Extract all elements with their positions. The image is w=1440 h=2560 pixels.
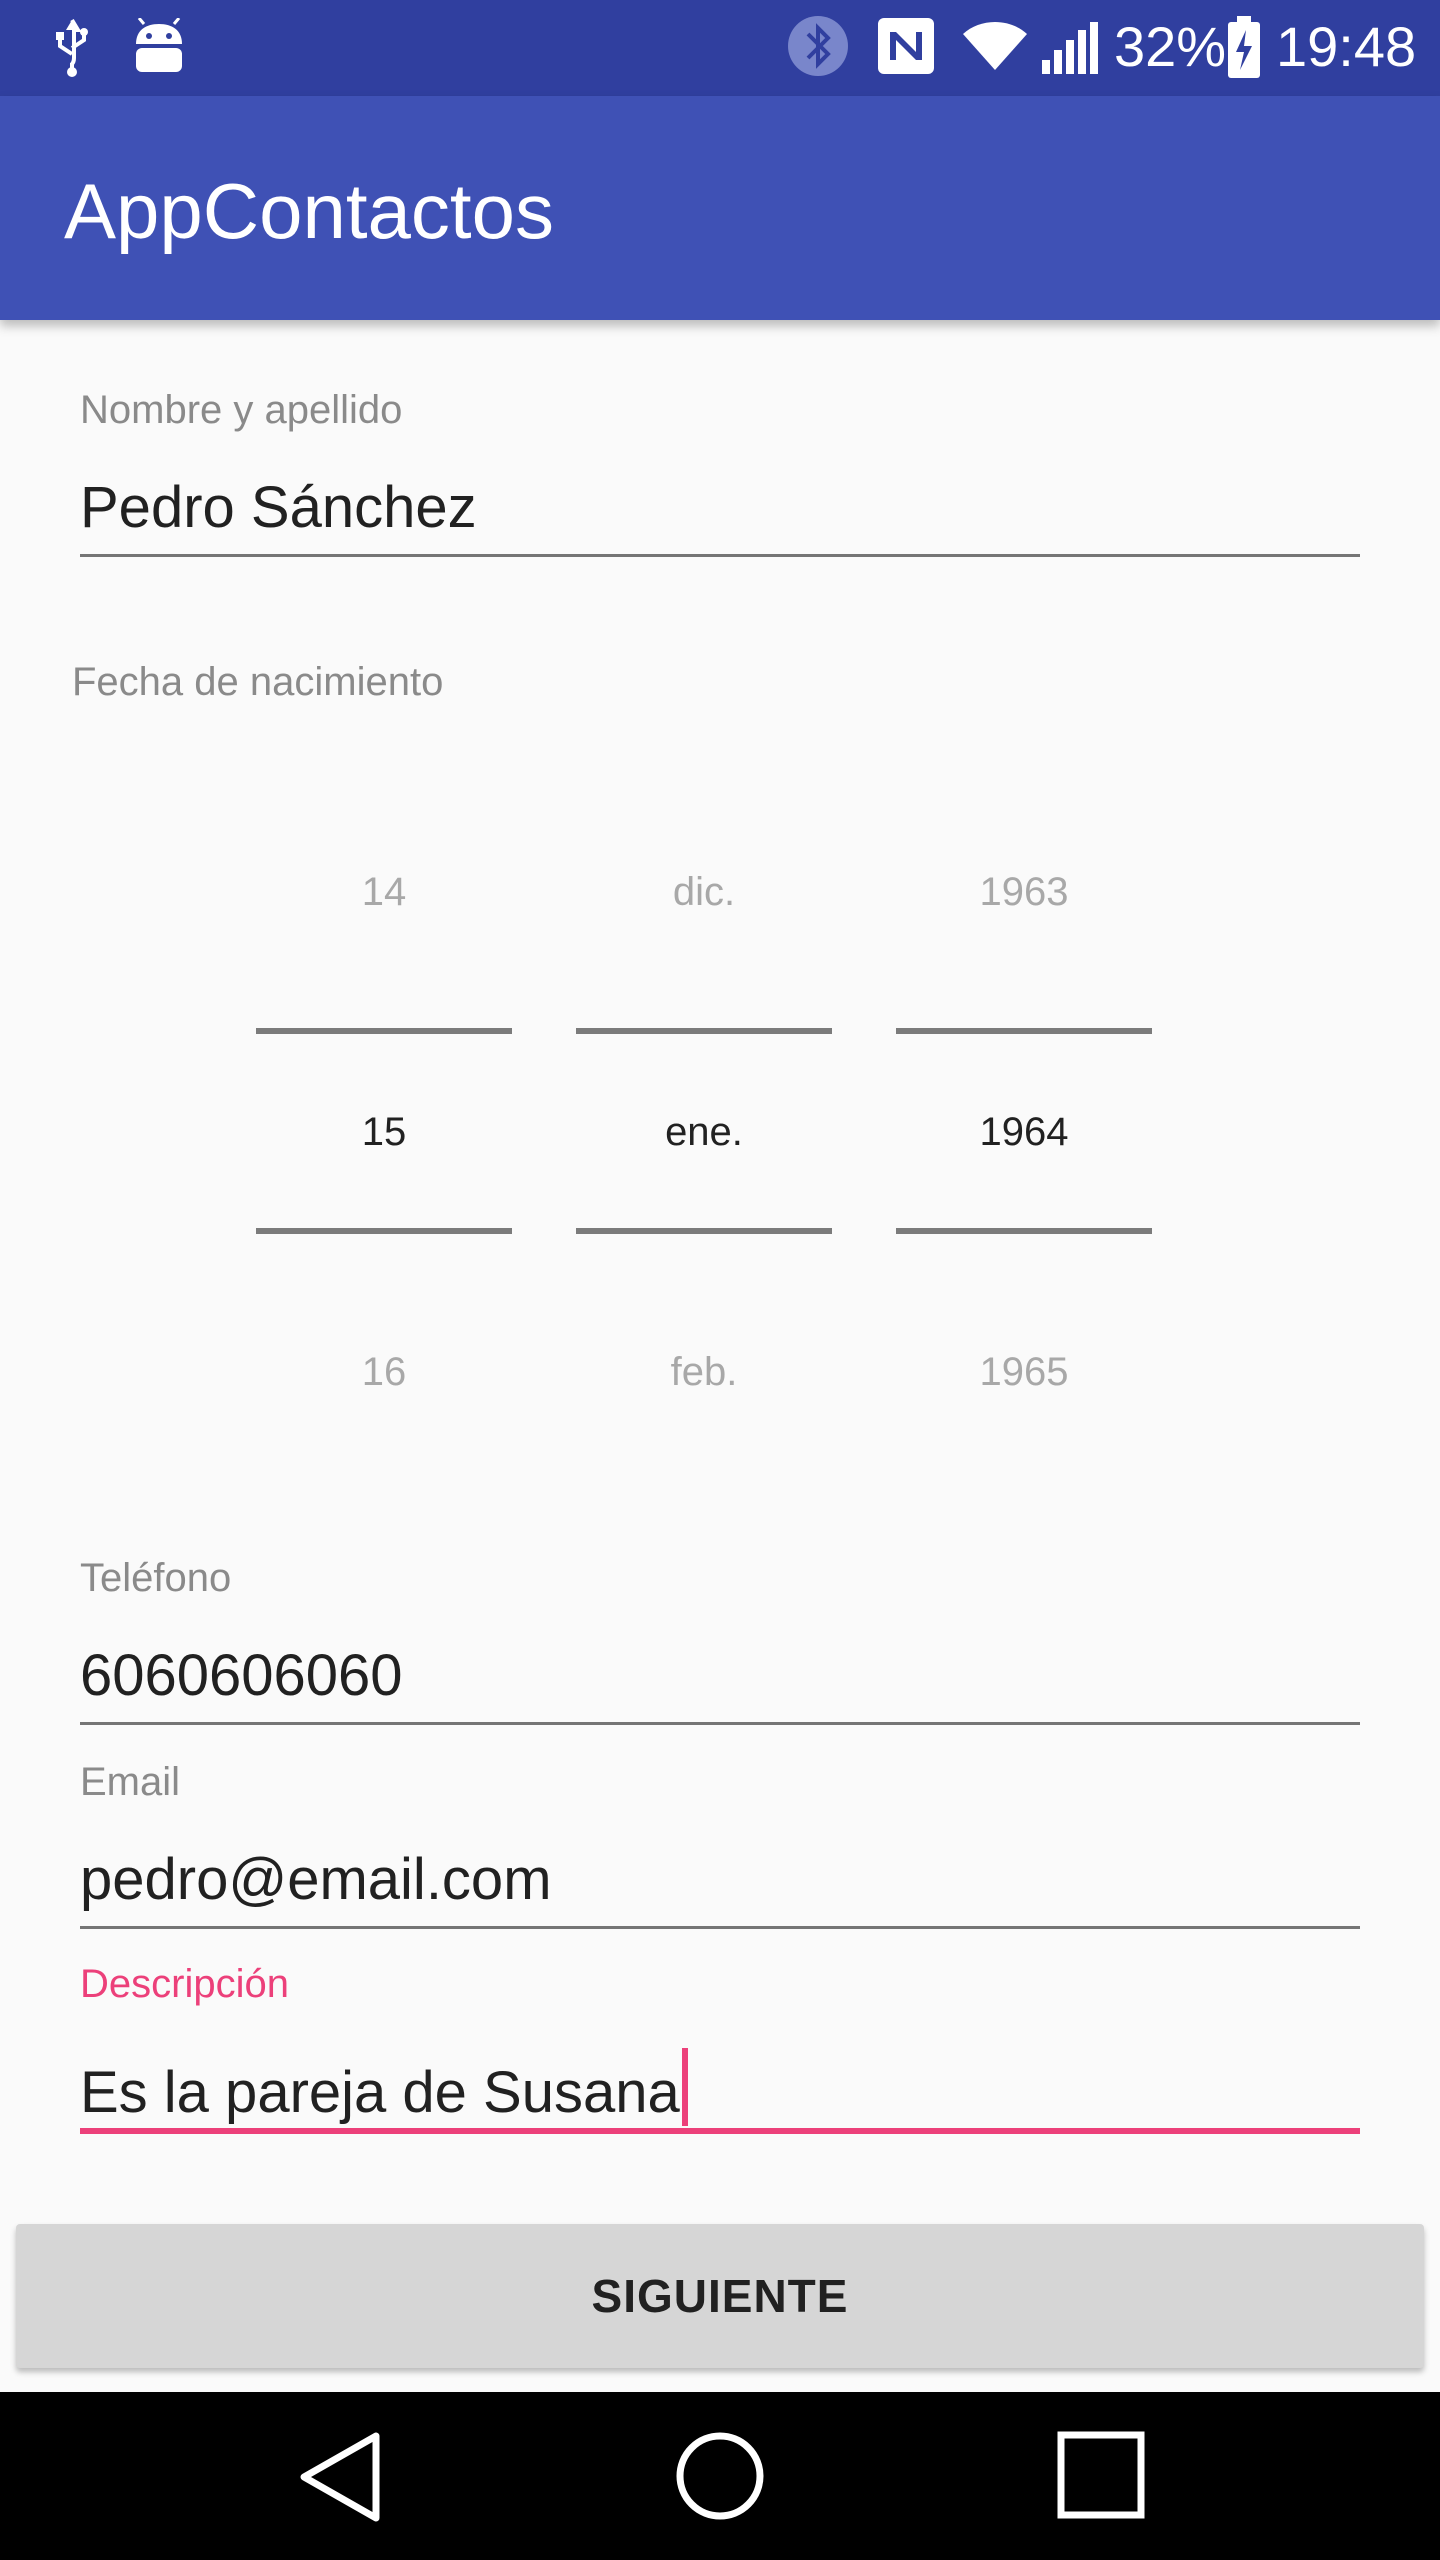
month-divider-top — [576, 1028, 832, 1034]
email-input[interactable]: pedro@email.com — [80, 1846, 552, 1913]
phone-underline — [80, 1722, 1360, 1725]
description-input[interactable]: Es la pareja de Susana — [80, 2048, 688, 2126]
day-divider-top — [256, 1028, 512, 1034]
birth-date-label: Fecha de nacimiento — [72, 660, 444, 704]
description-underline — [80, 2128, 1360, 2134]
text-cursor — [681, 2048, 688, 2126]
description-text: Es la pareja de Susana — [80, 2060, 680, 2125]
name-input[interactable]: Pedro Sánchez — [80, 474, 477, 541]
bluetooth-icon — [788, 16, 848, 76]
day-divider-bottom — [256, 1228, 512, 1234]
email-underline — [80, 1926, 1360, 1929]
year-prev[interactable]: 1963 — [896, 870, 1152, 915]
day-prev[interactable]: 14 — [256, 870, 512, 915]
day-next[interactable]: 16 — [256, 1350, 512, 1395]
battery-percentage: 32% — [1114, 15, 1227, 78]
phone-label: Teléfono — [80, 1556, 232, 1600]
name-label: Nombre y apellido — [80, 388, 403, 432]
signal-icon — [1042, 22, 1098, 74]
usb-icon — [56, 18, 88, 77]
phone-input[interactable]: 6060606060 — [80, 1642, 403, 1709]
android-debug-icon — [136, 18, 182, 72]
back-icon[interactable] — [296, 2430, 386, 2524]
home-icon[interactable] — [674, 2430, 766, 2522]
month-divider-bottom — [576, 1228, 832, 1234]
app-title: AppContactos — [64, 167, 554, 255]
next-button[interactable]: SIGUIENTE — [16, 2224, 1424, 2368]
month-current[interactable]: ene. — [576, 1110, 832, 1155]
recents-icon[interactable] — [1056, 2430, 1146, 2520]
year-divider-top — [896, 1028, 1152, 1034]
year-current[interactable]: 1964 — [896, 1110, 1152, 1155]
clock: 19:48 — [1276, 15, 1417, 78]
month-prev[interactable]: dic. — [576, 870, 832, 915]
wifi-icon — [963, 22, 1027, 70]
email-label: Email — [80, 1760, 181, 1804]
navigation-bar — [0, 2392, 1440, 2560]
app-bar: AppContactos — [0, 96, 1440, 320]
year-divider-bottom — [896, 1228, 1152, 1234]
day-current[interactable]: 15 — [256, 1110, 512, 1155]
name-underline — [80, 554, 1360, 557]
description-label: Descripción — [80, 1962, 289, 2006]
month-next[interactable]: feb. — [576, 1350, 832, 1395]
nfc-icon — [878, 18, 934, 74]
battery-charging-icon — [1228, 16, 1260, 78]
year-next[interactable]: 1965 — [896, 1350, 1152, 1395]
status-bar: 32% 19:48 — [0, 0, 1440, 96]
